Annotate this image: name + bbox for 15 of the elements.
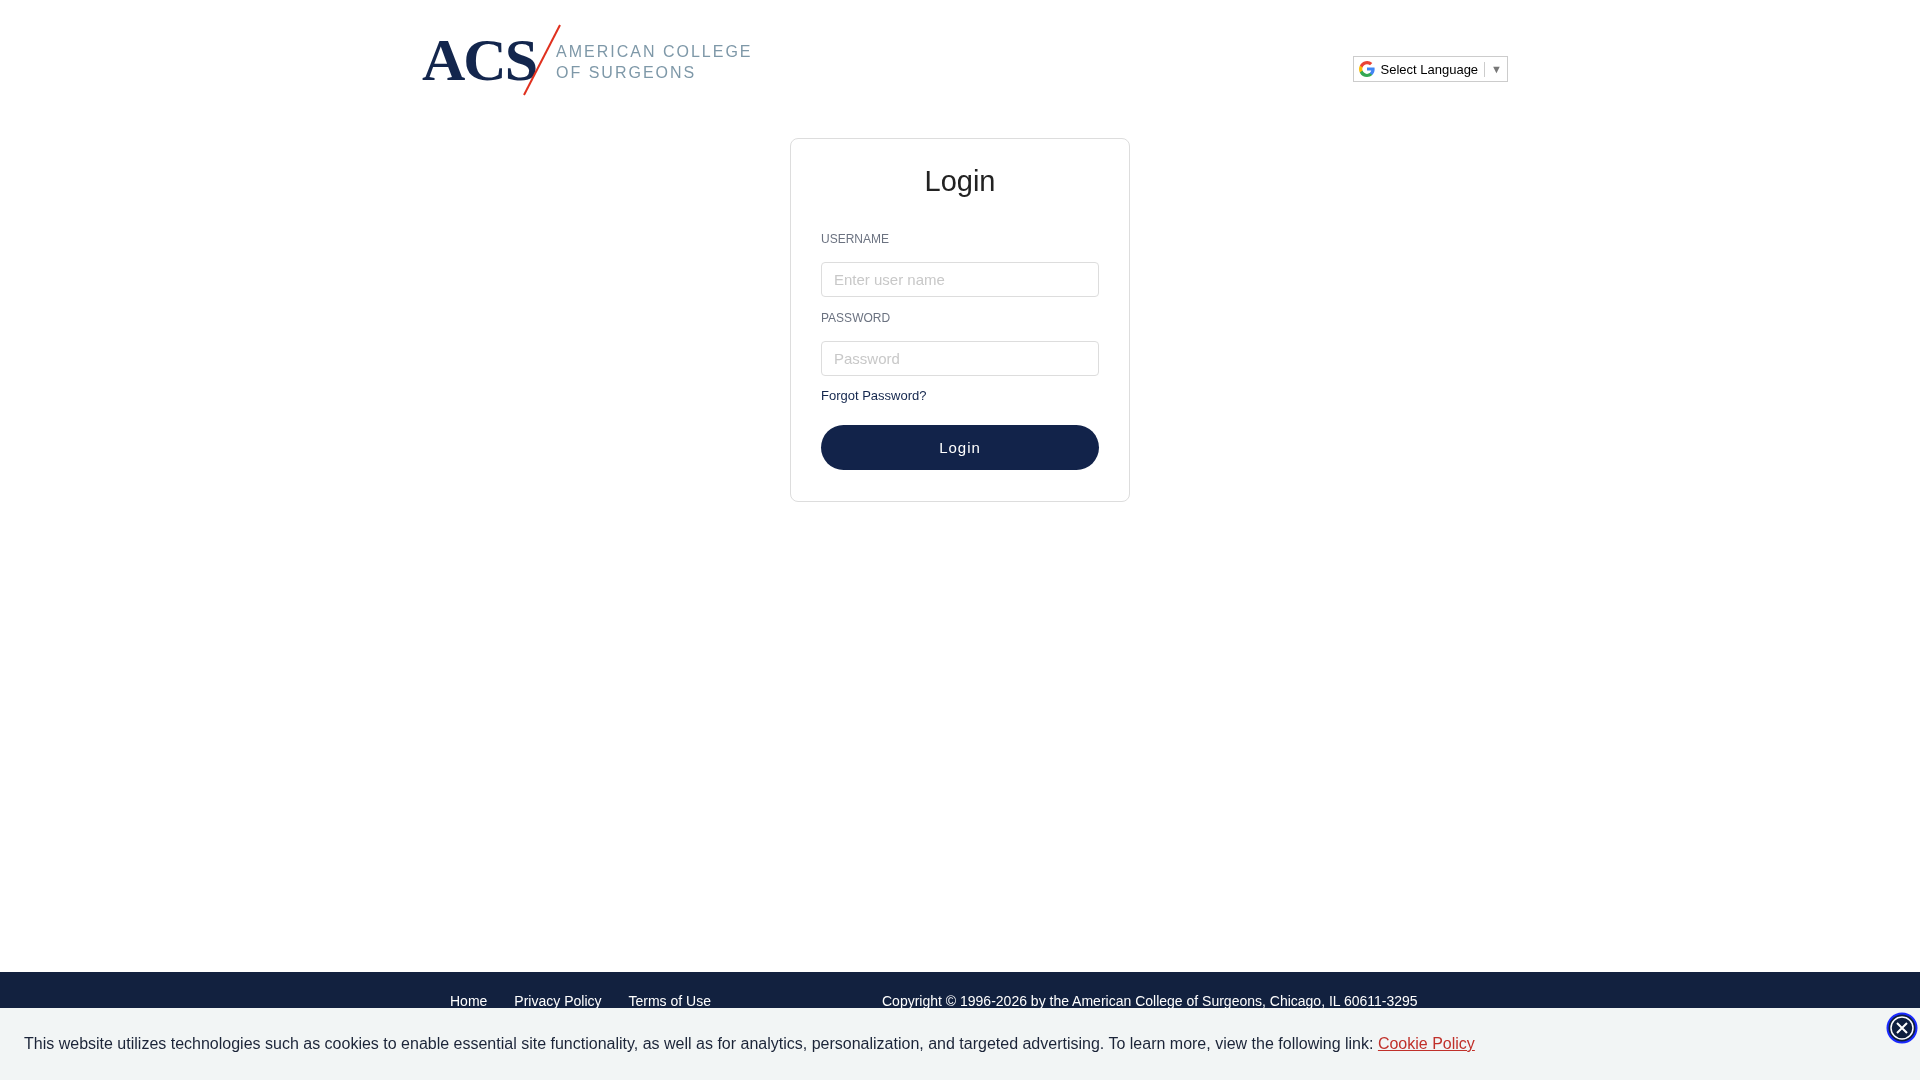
field-label: PASSWORD — [821, 311, 892, 325]
footer-link[interactable]: Privacy Policy — [514, 993, 602, 1009]
copyright-text: Copyright © 1996-2026 by the American College of Surgeons, Chicago, IL 60611-3295 — [882, 993, 1418, 1009]
field-label: USERNAME — [821, 232, 890, 246]
login-button[interactable]: Login — [821, 425, 1099, 470]
cookie-notice-text: This website utilizes technologies such as cookies to enable essential site functionality, as well as for analytics, personalization, and targeted advertising. To learn more, view the following link: Cookie Policy — [24, 1035, 1475, 1053]
google-icon — [1358, 61, 1375, 77]
close-icon[interactable] — [1886, 1012, 1918, 1044]
footer-link[interactable]: Terms of Use — [628, 993, 711, 1009]
footer-link[interactable]: Home — [450, 993, 488, 1009]
cookie-policy-link[interactable]: Cookie Policy — [1377, 1035, 1475, 1052]
acs-logo[interactable]: ACS AMERICAN COLLEGE OF SURGEONS — [412, 24, 753, 96]
login-title: Login — [923, 165, 997, 198]
language-select[interactable]: Select Language ▼ — [1352, 56, 1508, 82]
forgot-password-link[interactable]: Forgot Password? — [821, 388, 1099, 403]
